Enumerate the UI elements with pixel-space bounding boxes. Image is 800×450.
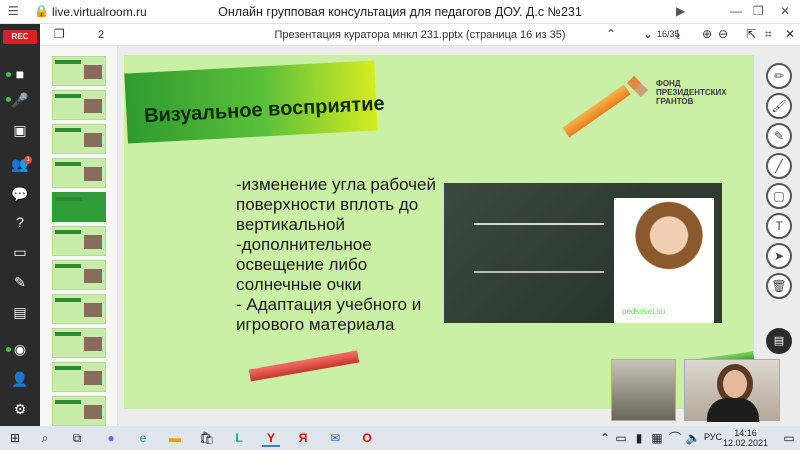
cortana-icon[interactable]: ● (102, 429, 120, 447)
slide-thumbnails (40, 46, 118, 426)
presenter-video[interactable] (684, 359, 780, 422)
brush-icon[interactable]: 🖌 (766, 93, 792, 119)
users-badge: 1 (24, 156, 32, 164)
document-icon[interactable]: ▤ (10, 302, 30, 322)
download-icon[interactable]: ⤓ (675, 27, 680, 42)
slide-bullets: -изменение угла рабочей поверхности впло… (236, 175, 436, 335)
language-indicator[interactable]: РУС (704, 432, 722, 442)
settings-icon[interactable]: ⚙ (10, 399, 30, 419)
battery-icon[interactable]: ▮ (630, 429, 648, 447)
chevron-down-icon[interactable]: ⌄ (643, 27, 653, 41)
fund-name: ФОНД ПРЕЗИДЕНТСКИХ ГРАНТОВ (656, 79, 727, 106)
windows-taskbar: ⊞ ⌕ ⧉ ● e ▬ 🛍 L Y Я ✉ O ⌃ ▭ ▮ ▦ ⌒ 🔈 РУС … (0, 426, 800, 450)
red-pencil (248, 350, 360, 382)
l-app-icon[interactable]: L (230, 429, 248, 447)
opera-icon[interactable]: O (358, 429, 376, 447)
keyboard-icon[interactable]: ▦ (648, 429, 666, 447)
yandex-browser-icon[interactable]: Y (262, 429, 280, 447)
browser-titlebar: ☰ 🔒 live.virtualroom.ru Онлайн групповая… (0, 0, 800, 24)
edge-icon[interactable]: e (134, 429, 152, 447)
fit-icon[interactable]: ⇱ (746, 27, 756, 41)
folder-icon[interactable]: ▬ (166, 429, 184, 447)
mail-icon[interactable]: ✉ (326, 429, 344, 447)
search-icon[interactable]: ⌕ (36, 429, 54, 447)
presentation-icon[interactable]: ▣ (10, 120, 30, 140)
bullet-item: -изменение угла рабочей поверхности впло… (236, 175, 436, 234)
screen-share-icon[interactable]: ▭ (10, 242, 30, 262)
slide-thumbnail[interactable] (52, 226, 106, 256)
crop-icon[interactable]: ⌗ (765, 27, 772, 42)
line-icon[interactable]: ╱ (766, 153, 792, 179)
clock-date: 12.02.2021 (723, 438, 769, 448)
document-title: Презентация куратора мнкл 231.pptx (стра… (274, 29, 566, 41)
fund-emblem-icon (626, 75, 649, 98)
zoom-out-icon[interactable]: ⊖ (718, 27, 728, 41)
slide-thumbnail[interactable] (52, 56, 106, 86)
add-user-icon[interactable]: 👤 (10, 369, 30, 389)
trash-icon[interactable]: 🗑 (766, 273, 792, 299)
notifications-icon[interactable]: ▭ (780, 429, 798, 447)
bullet-item: -дополнительное освещение либо солнечные… (236, 235, 372, 294)
fund-logo: ФОНД ПРЕЗИДЕНТСКИХ ГРАНТОВ (626, 73, 751, 115)
slide-thumbnail[interactable] (52, 362, 106, 392)
pointer-icon[interactable]: ➤ (766, 243, 792, 269)
slide-thumbnail[interactable] (52, 124, 106, 154)
zoom-in-icon[interactable]: ⊕ (702, 27, 712, 41)
close-document-icon[interactable]: ✕ (785, 27, 795, 41)
windows-start-icon[interactable]: ⊞ (6, 429, 24, 447)
slide-thumbnail[interactable] (52, 260, 106, 290)
slide-thumbnail[interactable] (52, 328, 106, 358)
chevron-up-icon[interactable]: ⌃ (606, 27, 616, 41)
restore-icon[interactable]: ❐ (753, 4, 764, 18)
text-icon[interactable]: T (766, 213, 792, 239)
girl-at-chalkboard-photo: pedsovet.su (444, 183, 722, 323)
slide-thumbnail-selected[interactable] (52, 192, 106, 222)
close-icon[interactable]: ✕ (780, 4, 790, 18)
chat-icon[interactable]: 💬 (10, 184, 30, 204)
task-view-icon[interactable]: ⧉ (68, 429, 86, 447)
clock-time: 14:16 (734, 428, 757, 438)
pencil-icon[interactable]: ✎ (766, 123, 792, 149)
camera-status-icon: ▶ (676, 4, 686, 18)
chat-icon[interactable]: ▤ (766, 328, 792, 354)
yandex-icon[interactable]: Я (294, 429, 312, 447)
document-toolbar: ❐ 2 Презентация куратора мнкл 231.pptx (… (40, 24, 800, 46)
marker-icon[interactable]: ✏ (766, 63, 792, 89)
store-icon[interactable]: 🛍 (198, 429, 216, 447)
pen-icon[interactable]: ✎ (10, 272, 30, 292)
slide-thumbnail[interactable] (52, 294, 106, 324)
microphone-icon[interactable]: 🎤 (10, 90, 30, 110)
question-icon[interactable]: ? (10, 212, 30, 232)
minimize-icon[interactable]: — (730, 4, 742, 18)
network-icon[interactable]: ▭ (612, 429, 630, 447)
wifi-icon[interactable]: ⌒ (666, 429, 684, 447)
rec-badge[interactable]: REC (3, 30, 37, 44)
camera-icon[interactable]: ■ (10, 64, 30, 84)
slide-thumbnail[interactable] (52, 396, 106, 426)
rectangle-icon[interactable]: ▢ (766, 183, 792, 209)
slide-thumbnail[interactable] (52, 90, 106, 120)
photo-caption: pedsovet.su (622, 307, 666, 316)
system-clock[interactable]: 14:16 12.02.2021 (723, 428, 768, 448)
orange-pencil (562, 84, 631, 138)
participant-video[interactable] (611, 359, 676, 421)
record-icon[interactable]: ◉ (10, 339, 30, 359)
bullet-item: - Адаптация учебного и игрового материал… (236, 295, 422, 334)
slide-thumbnail[interactable] (52, 158, 106, 188)
left-sidebar: REC ■ 🎤 ▣ 👥 1 💬 ? ▭ ✎ ▤ ◉ 👤 ⚙ (0, 24, 40, 426)
volume-icon[interactable]: 🔈 (684, 429, 702, 447)
current-slide: Визуальное восприятие ФОНД ПРЕЗИДЕНТСКИХ… (124, 55, 754, 409)
